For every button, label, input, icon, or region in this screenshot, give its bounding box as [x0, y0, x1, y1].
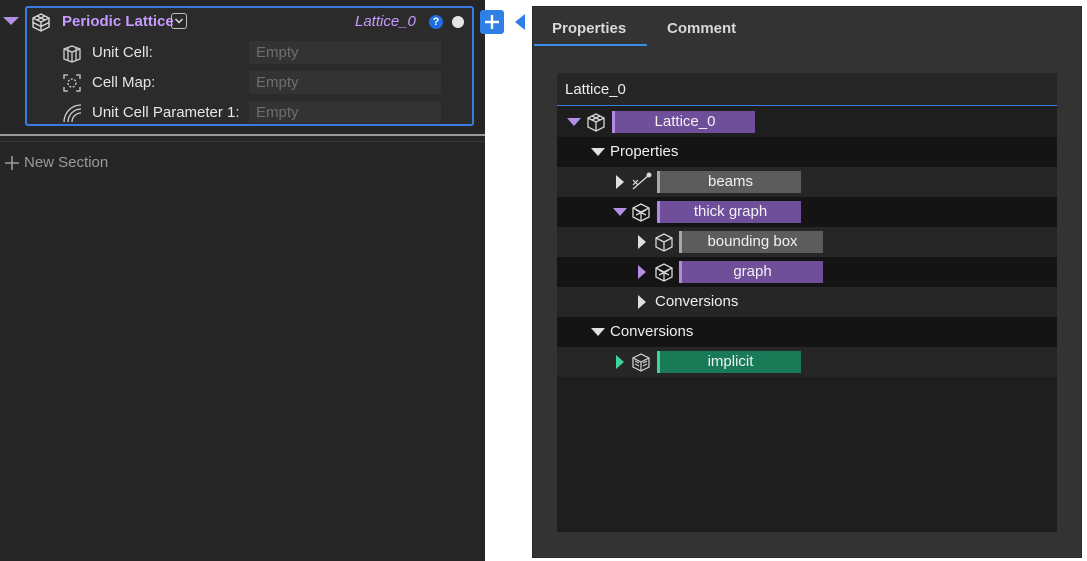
add-node-button[interactable] — [480, 10, 504, 34]
collapse-panel-icon[interactable] — [514, 13, 526, 31]
unit-cell-input[interactable]: Empty — [249, 41, 441, 64]
cell-map-icon — [61, 72, 83, 94]
tree-node-lattice[interactable]: Lattice_0 — [612, 111, 755, 133]
tree-node-conversions-nested[interactable]: Conversions — [655, 293, 738, 310]
block-title: Periodic Lattice — [62, 13, 174, 30]
lattice-node-icon — [585, 111, 607, 133]
tree-node-properties[interactable]: Properties — [610, 143, 678, 160]
expand-arrow-down-icon[interactable] — [590, 326, 606, 338]
expand-arrow-down-icon[interactable] — [566, 116, 582, 128]
tree-row-band — [557, 287, 1057, 317]
plus-icon — [485, 15, 499, 29]
unit-cell-label: Unit Cell: — [92, 44, 153, 61]
tree-node-bounding-box[interactable]: bounding box — [679, 231, 823, 253]
cell-map-input[interactable]: Empty — [249, 71, 441, 94]
section-divider-thin — [0, 141, 485, 142]
expand-arrow-right-icon[interactable] — [614, 174, 626, 190]
implicit-icon — [630, 351, 652, 373]
expand-arrow-right-icon[interactable] — [636, 294, 648, 310]
chevron-down-icon — [174, 18, 184, 24]
expand-arrow-right-icon[interactable] — [636, 234, 648, 250]
tab-properties[interactable]: Properties — [552, 20, 626, 37]
parameter-icon — [61, 102, 83, 124]
expand-arrow-down-icon[interactable] — [612, 206, 628, 218]
tree-header: Lattice_0 — [557, 73, 1057, 106]
bounding-box-icon — [653, 231, 675, 253]
tree-node-beams[interactable]: beams — [657, 171, 801, 193]
lattice-icon — [30, 11, 52, 33]
expand-arrow-down-icon[interactable] — [590, 146, 606, 158]
beams-icon — [630, 172, 652, 192]
new-section-label: New Section — [24, 154, 109, 171]
unit-cell-parameter-input[interactable]: Empty — [249, 101, 441, 123]
help-icon[interactable]: ? — [429, 15, 443, 29]
expand-arrow-right-icon[interactable] — [636, 264, 648, 280]
unit-cell-icon — [61, 43, 83, 65]
output-name[interactable]: Lattice_0 — [355, 13, 416, 30]
tree-node-implicit[interactable]: implicit — [657, 351, 801, 373]
thick-graph-icon — [630, 201, 652, 223]
expand-arrow-right-icon[interactable] — [614, 354, 626, 370]
cell-map-label: Cell Map: — [92, 74, 156, 91]
tree-node-thick-graph[interactable]: thick graph — [657, 201, 801, 223]
collapse-section-icon[interactable] — [2, 15, 20, 27]
tree-node-conversions[interactable]: Conversions — [610, 323, 693, 340]
plus-icon — [5, 155, 19, 170]
status-dot-icon[interactable] — [452, 16, 464, 28]
tab-comment[interactable]: Comment — [667, 20, 736, 37]
graph-icon — [653, 261, 675, 283]
unit-cell-parameter-label: Unit Cell Parameter 1: — [92, 104, 240, 121]
block-options-dropdown[interactable] — [171, 13, 187, 29]
section-divider — [0, 134, 485, 136]
new-section-button[interactable]: New Section — [4, 154, 108, 171]
tree-header-title: Lattice_0 — [565, 81, 626, 98]
active-tab-indicator — [534, 44, 647, 46]
tree-node-graph[interactable]: graph — [679, 261, 823, 283]
